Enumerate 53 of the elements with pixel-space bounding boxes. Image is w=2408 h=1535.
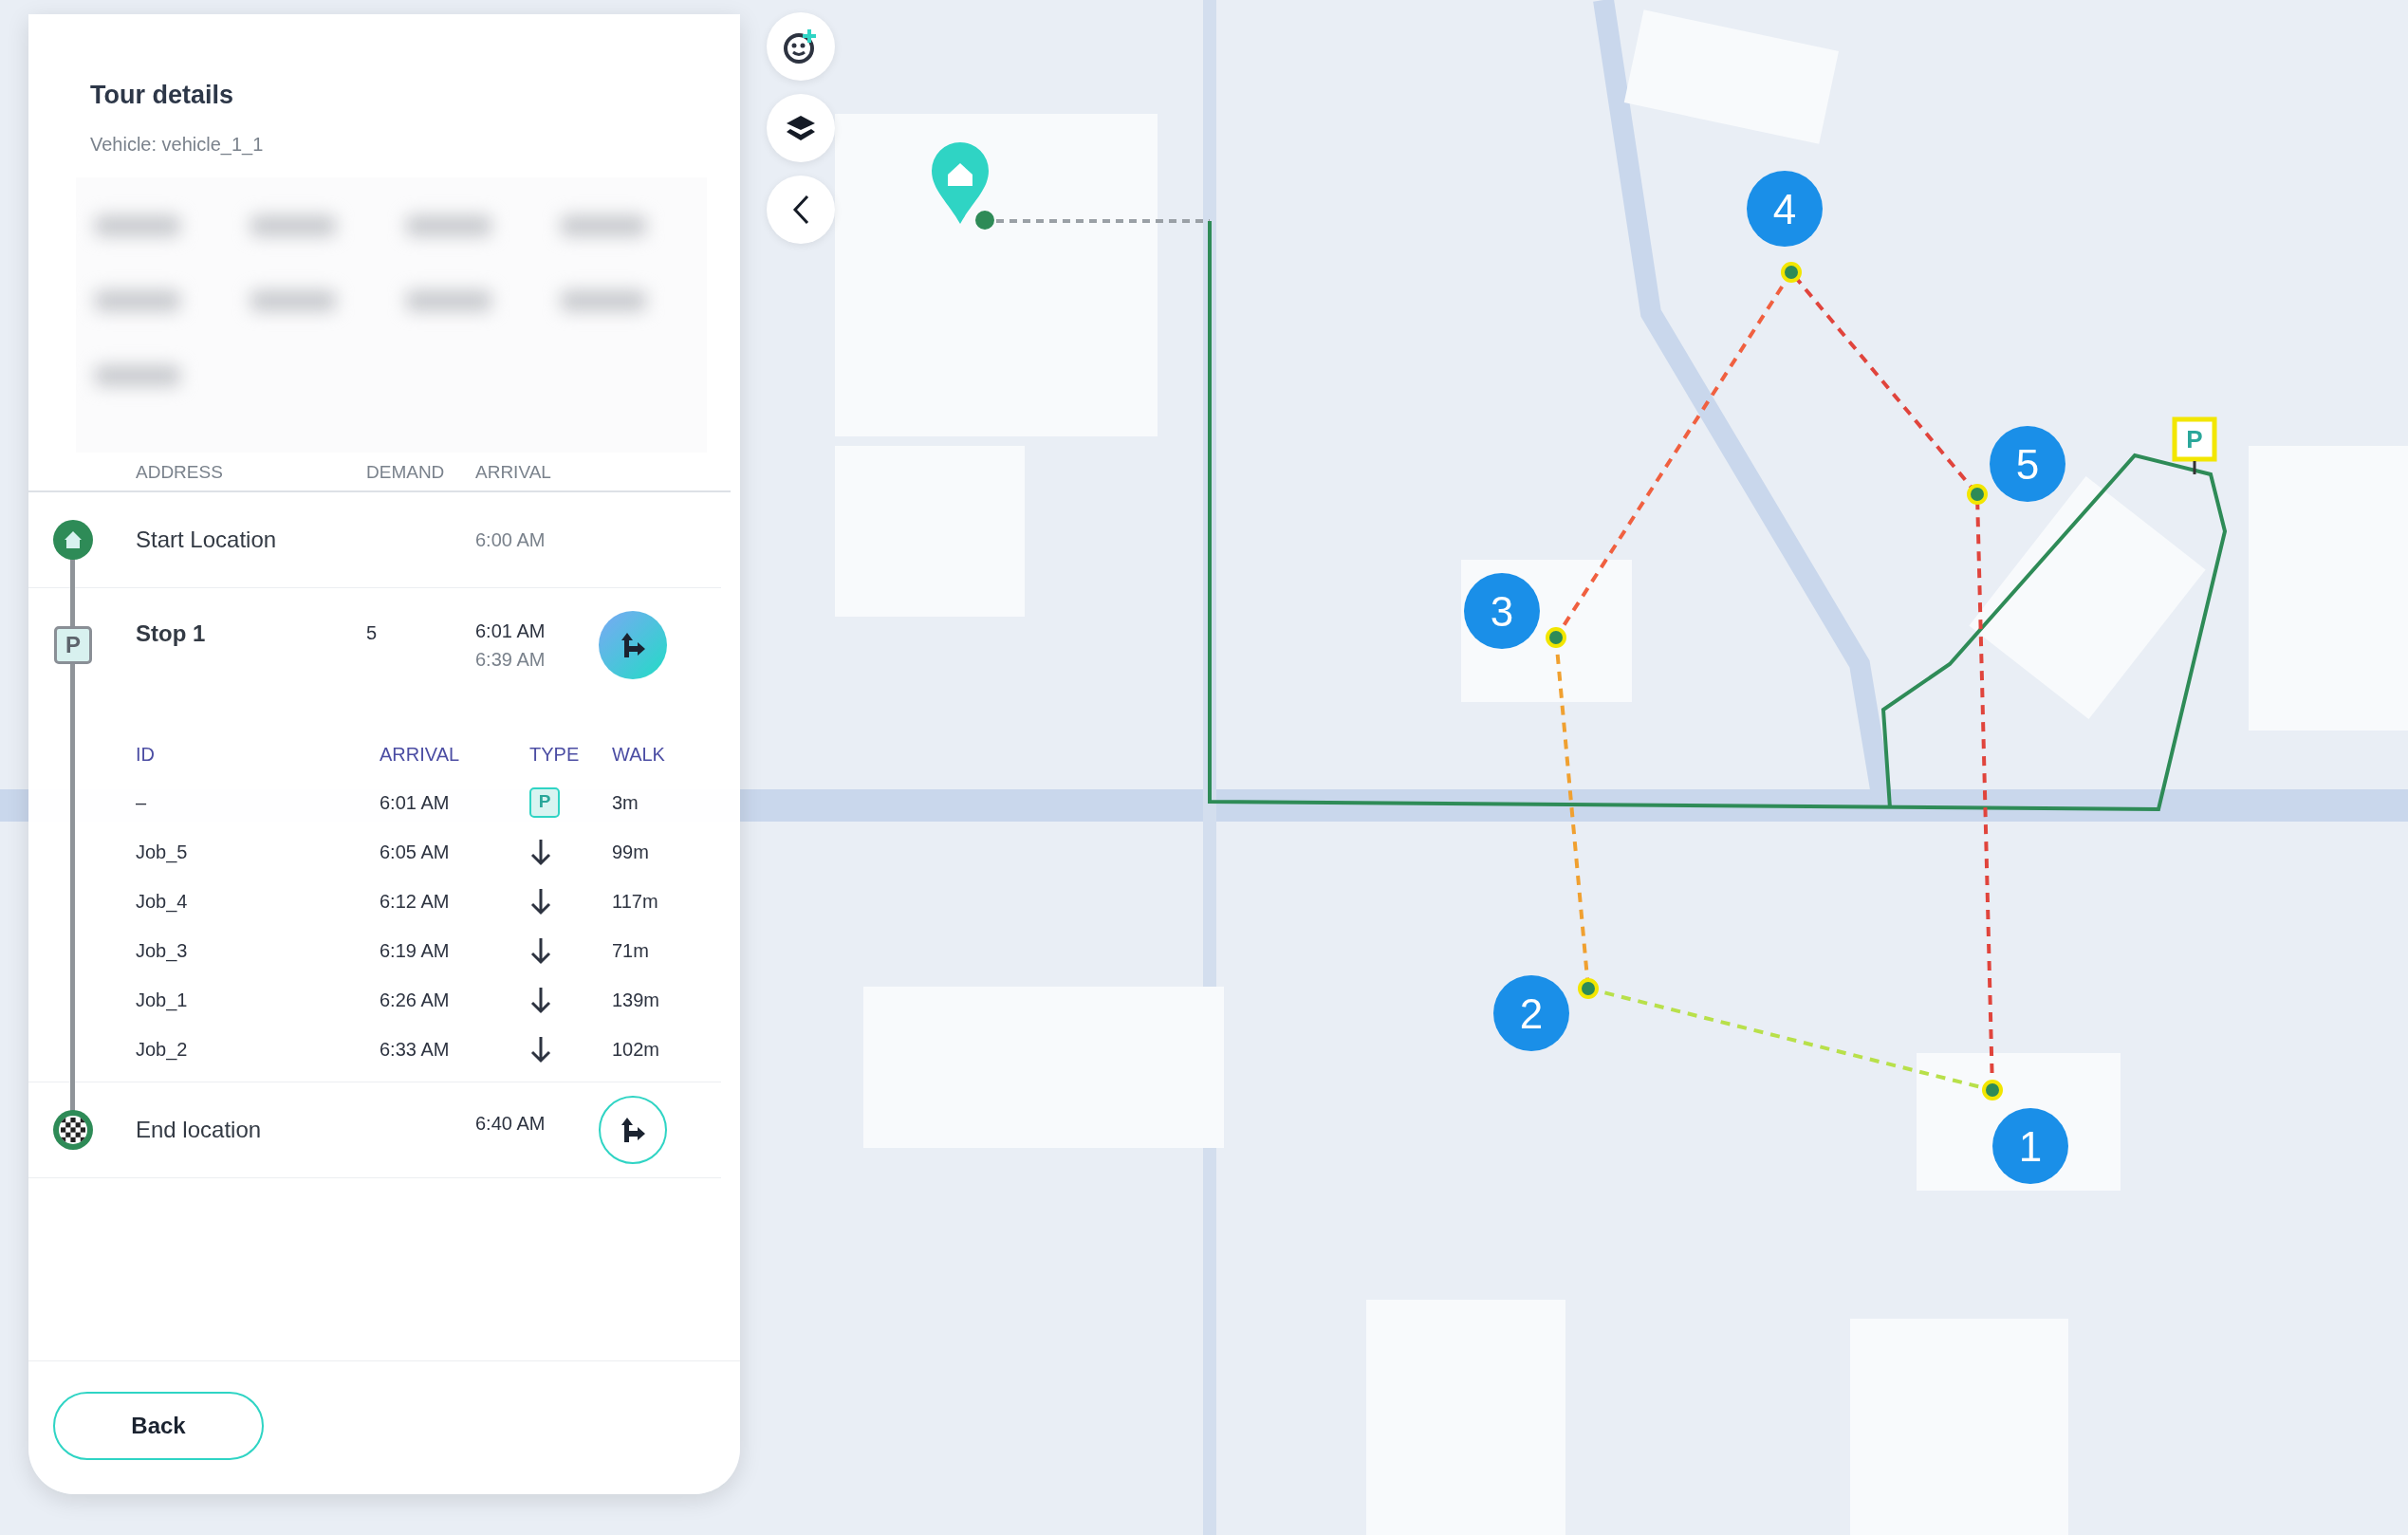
panel-title: Tour details xyxy=(90,80,235,111)
job-arrival: 6:05 AM xyxy=(380,840,451,864)
job-id: Job_5 xyxy=(136,840,189,865)
stop-marker[interactable]: 3 xyxy=(1464,573,1540,649)
walk-distance: 71m xyxy=(612,938,650,963)
arrow-down-icon xyxy=(529,986,552,1015)
arrow-down-icon xyxy=(529,838,552,867)
job-arrival: 6:33 AM xyxy=(380,1037,451,1062)
back-button[interactable]: Back xyxy=(53,1392,264,1460)
parking-icon: P xyxy=(54,625,92,664)
job-arrival: 6:12 AM xyxy=(380,889,451,914)
demand-value: 5 xyxy=(366,620,379,645)
job-id: Job_1 xyxy=(136,988,189,1013)
walk-distance: 102m xyxy=(612,1037,661,1062)
stop-marker[interactable]: 5 xyxy=(1990,426,2065,502)
column-header: ID xyxy=(136,742,156,767)
column-header: WALK xyxy=(612,742,666,767)
job-id: Job_3 xyxy=(136,938,189,964)
stop-marker[interactable]: 4 xyxy=(1747,171,1823,247)
stop-marker[interactable]: 1 xyxy=(1992,1108,2068,1184)
walk-distance: 139m xyxy=(612,988,661,1012)
column-header: ARRIVAL xyxy=(380,742,461,767)
walk-distance: 117m xyxy=(612,889,659,914)
home-icon xyxy=(52,518,94,561)
finish-flag-icon xyxy=(52,1108,94,1151)
stop-marker[interactable]: 2 xyxy=(1493,975,1569,1051)
column-header: ADDRESS xyxy=(135,461,224,484)
arrow-down-icon xyxy=(529,887,552,916)
home-pin-icon[interactable] xyxy=(932,142,994,230)
arrow-down-icon xyxy=(529,1035,552,1064)
arrival-time: 6:00 AM xyxy=(475,527,546,552)
chevron-left-icon xyxy=(790,194,811,226)
job-id: – xyxy=(136,790,148,815)
arrow-down-icon xyxy=(529,936,552,966)
walk-distance: 3m xyxy=(612,790,639,815)
job-arrival: 6:26 AM xyxy=(380,988,451,1012)
layers-icon xyxy=(785,114,817,142)
walk-distance: 99m xyxy=(612,840,650,864)
stop-address: Stop 1 xyxy=(135,619,207,648)
column-header: DEMAND xyxy=(366,461,446,484)
column-header: TYPE xyxy=(529,742,581,767)
arrival-time: 6:01 AM xyxy=(475,619,546,643)
vehicle-label: Vehicle: vehicle_1_1 xyxy=(90,132,265,157)
job-arrival: 6:19 AM xyxy=(380,938,451,963)
job-arrival: 6:01 AM xyxy=(380,790,451,815)
job-id: Job_2 xyxy=(136,1037,189,1063)
arrival-time: 6:40 AM xyxy=(475,1111,546,1136)
departure-time: 6:39 AM xyxy=(475,647,546,672)
parking-icon: P xyxy=(529,786,560,818)
column-header: ARRIVAL xyxy=(475,461,552,484)
job-id: Job_4 xyxy=(136,889,189,915)
stop-address: End location xyxy=(135,1115,263,1144)
stop-address: Start Location xyxy=(135,525,278,554)
